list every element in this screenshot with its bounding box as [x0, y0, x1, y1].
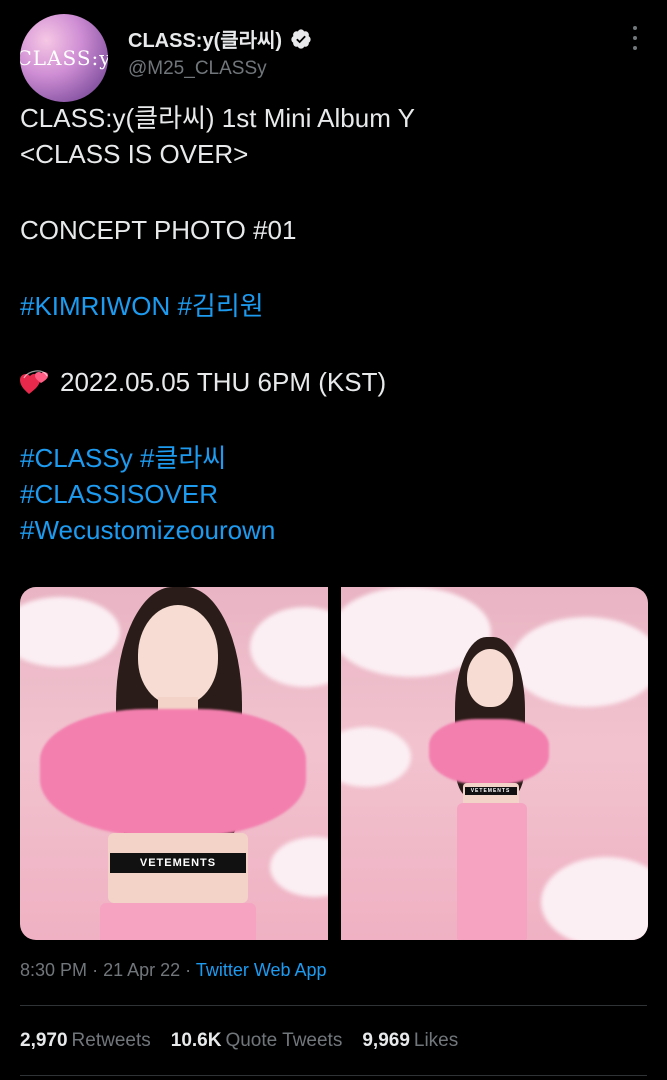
likes-count: 9,969	[362, 1030, 410, 1051]
hashtag-classisover[interactable]: #CLASSISOVER	[20, 479, 218, 509]
model-skirt	[456, 803, 527, 940]
tweet-line-member-tags: #KIMRIWON #김리원	[20, 288, 647, 324]
hashtag-kimriwon-korean[interactable]: #김리원	[177, 291, 263, 321]
tweet-date[interactable]: 21 Apr 22	[103, 960, 180, 980]
cloud	[540, 857, 648, 940]
author-name-row: CLASS:y(클라씨)	[128, 24, 312, 53]
tweet-line-motto-tag: #Wecustomizeourown	[20, 512, 647, 548]
feather-top	[40, 709, 306, 837]
retweets-count: 2,970	[20, 1030, 68, 1051]
tweet-stats: 2,970 Retweets 10.6K Quote Tweets 9,969 Lik…	[20, 1030, 458, 1052]
hashtag-classy[interactable]: #CLASSy	[20, 443, 133, 473]
model-skirt	[100, 903, 256, 940]
meta-separator: ·	[185, 960, 192, 980]
release-date-text: 2022.05.05 THU 6PM (KST)	[60, 367, 387, 397]
tweet-body: CLASS:y(클라씨) 1st Mini Album Y <CLASS IS …	[20, 100, 647, 548]
feather-top	[428, 719, 549, 785]
tweet-line-concept: CONCEPT PHOTO #01	[20, 215, 297, 245]
retweets-label: Retweets	[71, 1030, 151, 1051]
tweet-line-album: <CLASS IS OVER>	[20, 139, 249, 169]
more-options-icon[interactable]	[631, 26, 639, 50]
tweet-line-group-tags: #CLASSy #클라씨	[20, 440, 647, 476]
cloud	[340, 727, 411, 787]
verified-badge-icon	[291, 28, 311, 49]
hashtag-classy-korean[interactable]: #클라씨	[140, 443, 226, 473]
quote-tweets-label: Quote Tweets	[225, 1030, 343, 1051]
likes-stat[interactable]: 9,969 Likes	[362, 1030, 458, 1052]
tweet-line-album-tag: #CLASSISOVER	[20, 476, 647, 512]
author-display-name[interactable]: CLASS:y(클라씨)	[128, 24, 282, 53]
avatar-logo-text: CLASS:y	[20, 46, 108, 70]
tweet-header: CLASS:y CLASS:y(클라씨) @M25_CLASSy	[20, 14, 647, 102]
model-face	[138, 605, 218, 705]
hashtag-wecustomizeourown[interactable]: #Wecustomizeourown	[20, 515, 275, 545]
divider	[20, 1005, 647, 1006]
concept-photo-2[interactable]: VETEMENTS	[340, 587, 648, 940]
waistband-label: VETEMENTS	[464, 787, 517, 795]
meta-separator: ·	[92, 960, 99, 980]
cloud	[510, 617, 648, 707]
tweet-line-date: 2022.05.05 THU 6PM (KST)	[20, 364, 647, 400]
waistband-label: VETEMENTS	[110, 853, 246, 873]
tweet-time[interactable]: 8:30 PM	[20, 960, 87, 980]
avatar[interactable]: CLASS:y	[20, 14, 108, 102]
cloud	[20, 597, 120, 667]
cloud	[270, 837, 328, 897]
tweet-line-title: CLASS:y(클라씨) 1st Mini Album Y	[20, 103, 415, 133]
quote-tweets-count: 10.6K	[170, 1030, 222, 1051]
tweet-source-link[interactable]: Twitter Web App	[196, 960, 327, 980]
likes-label: Likes	[413, 1030, 459, 1051]
revolving-hearts-icon	[20, 370, 48, 394]
hashtag-kimriwon[interactable]: #KIMRIWON	[20, 291, 170, 321]
concept-photo-1[interactable]: VETEMENTS	[20, 587, 328, 940]
quote-tweets-stat[interactable]: 10.6K Quote Tweets	[171, 1030, 343, 1052]
tweet-media: VETEMENTS VETEMENTS	[20, 587, 648, 940]
model-face	[466, 649, 513, 707]
divider	[20, 1075, 647, 1076]
tweet-metadata: 8:30 PM · 21 Apr 22 · Twitter Web App	[20, 960, 327, 981]
author-handle[interactable]: @M25_CLASSy	[128, 58, 267, 80]
retweets-stat[interactable]: 2,970 Retweets	[20, 1030, 151, 1052]
cloud	[250, 607, 328, 687]
